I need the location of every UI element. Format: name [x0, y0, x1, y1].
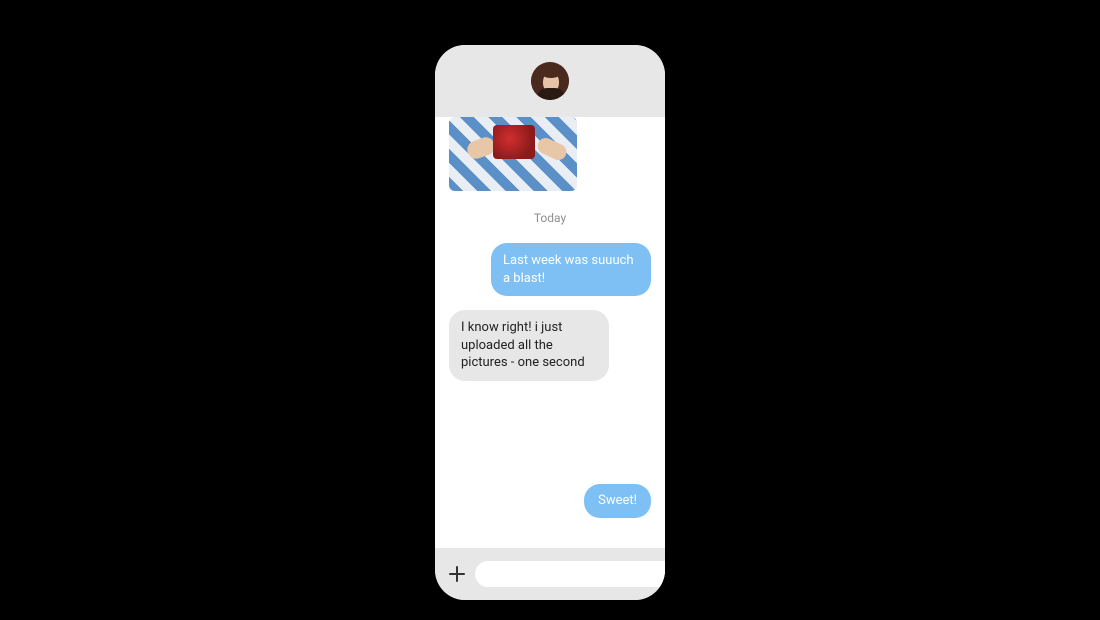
spacer [449, 395, 651, 485]
image-attachment[interactable] [449, 117, 577, 191]
conversation-area[interactable]: Today Last week was suuuch a blast! I kn… [435, 117, 665, 548]
message-composer [435, 548, 665, 600]
outgoing-message[interactable]: Sweet! [584, 484, 651, 518]
chat-header [435, 45, 665, 117]
incoming-message[interactable]: I know right! i just uploaded all the pi… [449, 310, 609, 381]
phone-mockup: Today Last week was suuuch a blast! I kn… [435, 45, 665, 600]
date-separator: Today [449, 211, 651, 225]
incoming-image-message[interactable] [449, 117, 577, 191]
add-attachment-button[interactable] [449, 564, 465, 584]
avatar-image [531, 62, 569, 100]
outgoing-message[interactable]: Last week was suuuch a blast! [491, 243, 651, 296]
contact-avatar[interactable] [531, 62, 569, 100]
plus-icon [449, 566, 465, 582]
message-input[interactable] [475, 561, 665, 587]
